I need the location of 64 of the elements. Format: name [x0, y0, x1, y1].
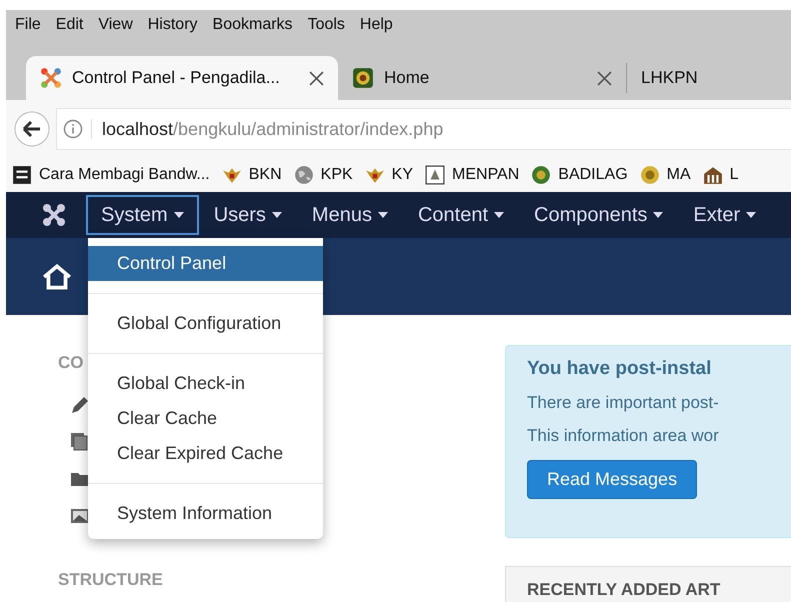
nav-menu-item[interactable]: Exter	[678, 195, 772, 235]
read-messages-button[interactable]: Read Messages	[527, 460, 698, 499]
card-title: RECENTLY ADDED ART	[527, 580, 720, 599]
nav-menu-item[interactable]: System	[86, 195, 199, 235]
message-title: You have post-instal	[527, 358, 712, 380]
nav-menu-item[interactable]: Users	[198, 195, 297, 235]
menu-item[interactable]: Help	[360, 16, 393, 34]
bookmark[interactable]: MENPAN	[425, 165, 520, 185]
dropdown-item[interactable]: Global Check-in	[88, 366, 323, 401]
caret-icon	[494, 212, 504, 218]
browser-tab[interactable]: Home	[338, 56, 626, 100]
menu-item[interactable]: Tools	[308, 16, 345, 34]
nav-menu-item[interactable]: Components	[519, 195, 678, 235]
home-icon[interactable]	[41, 262, 73, 290]
close-icon[interactable]	[597, 70, 612, 86]
bookmark[interactable]: KY	[364, 165, 414, 185]
caret-icon	[272, 212, 282, 218]
tab-title: Control Panel - Pengadila...	[72, 68, 281, 88]
dropdown-item[interactable]: Control Panel	[88, 246, 323, 281]
image-icon[interactable]	[70, 506, 90, 526]
close-icon[interactable]	[309, 70, 324, 86]
back-button[interactable]	[14, 111, 50, 147]
seal-icon	[531, 165, 552, 185]
address-field[interactable]: localhost/bengkulu/administrator/index.php	[56, 108, 791, 150]
bookmark[interactable]: MA	[640, 165, 691, 185]
emblem-icon	[425, 165, 446, 185]
bookmark[interactable]: KPK	[294, 165, 353, 185]
globe-icon	[294, 165, 314, 185]
sidebar-heading: CO	[58, 353, 84, 373]
menu-item[interactable]: File	[15, 16, 41, 34]
info-icon	[63, 119, 92, 139]
menu-item[interactable]: View	[98, 16, 133, 34]
copies-icon[interactable]	[70, 432, 90, 452]
seal-icon	[352, 67, 374, 89]
message-text: There are important post-	[527, 393, 719, 413]
browser-tab[interactable]: Control Panel - Pengadila...	[26, 56, 338, 100]
building-icon	[702, 165, 723, 185]
bookmark[interactable]: BKN	[222, 165, 282, 185]
menu-item[interactable]: Edit	[56, 16, 84, 34]
square-icon	[12, 165, 32, 185]
nav-menu-item[interactable]: Menus	[296, 195, 403, 235]
dropdown-item[interactable]: Global Configuration	[88, 306, 323, 341]
nav-menu-item[interactable]: Content	[402, 195, 520, 235]
bookmark[interactable]: L	[702, 165, 739, 185]
pencil-icon[interactable]	[70, 395, 90, 415]
joomla-logo-icon	[40, 67, 62, 89]
tab-title: LHKPN	[641, 68, 698, 88]
caret-icon	[653, 212, 664, 218]
browser-tab[interactable]: LHKPN	[626, 63, 712, 93]
caret-icon	[174, 212, 184, 218]
sidebar-heading: STRUCTURE	[58, 570, 163, 590]
bookmark[interactable]: BADILAG	[531, 165, 628, 185]
menu-item[interactable]: Bookmarks	[212, 16, 293, 34]
caret-icon	[746, 212, 756, 218]
message-text: This information area wor	[527, 426, 719, 446]
bookmark[interactable]: Cara Membagi Bandw...	[12, 165, 210, 185]
menu-item[interactable]: History	[148, 16, 198, 34]
joomla-logo-icon[interactable]	[42, 203, 66, 227]
dropdown-item[interactable]: Clear Expired Cache	[88, 436, 323, 471]
dropdown-item[interactable]: System Information	[88, 496, 323, 531]
coin-icon	[640, 165, 660, 185]
tab-title: Home	[384, 68, 430, 88]
dropdown-item[interactable]: Clear Cache	[88, 401, 323, 436]
caret-icon	[378, 212, 388, 218]
